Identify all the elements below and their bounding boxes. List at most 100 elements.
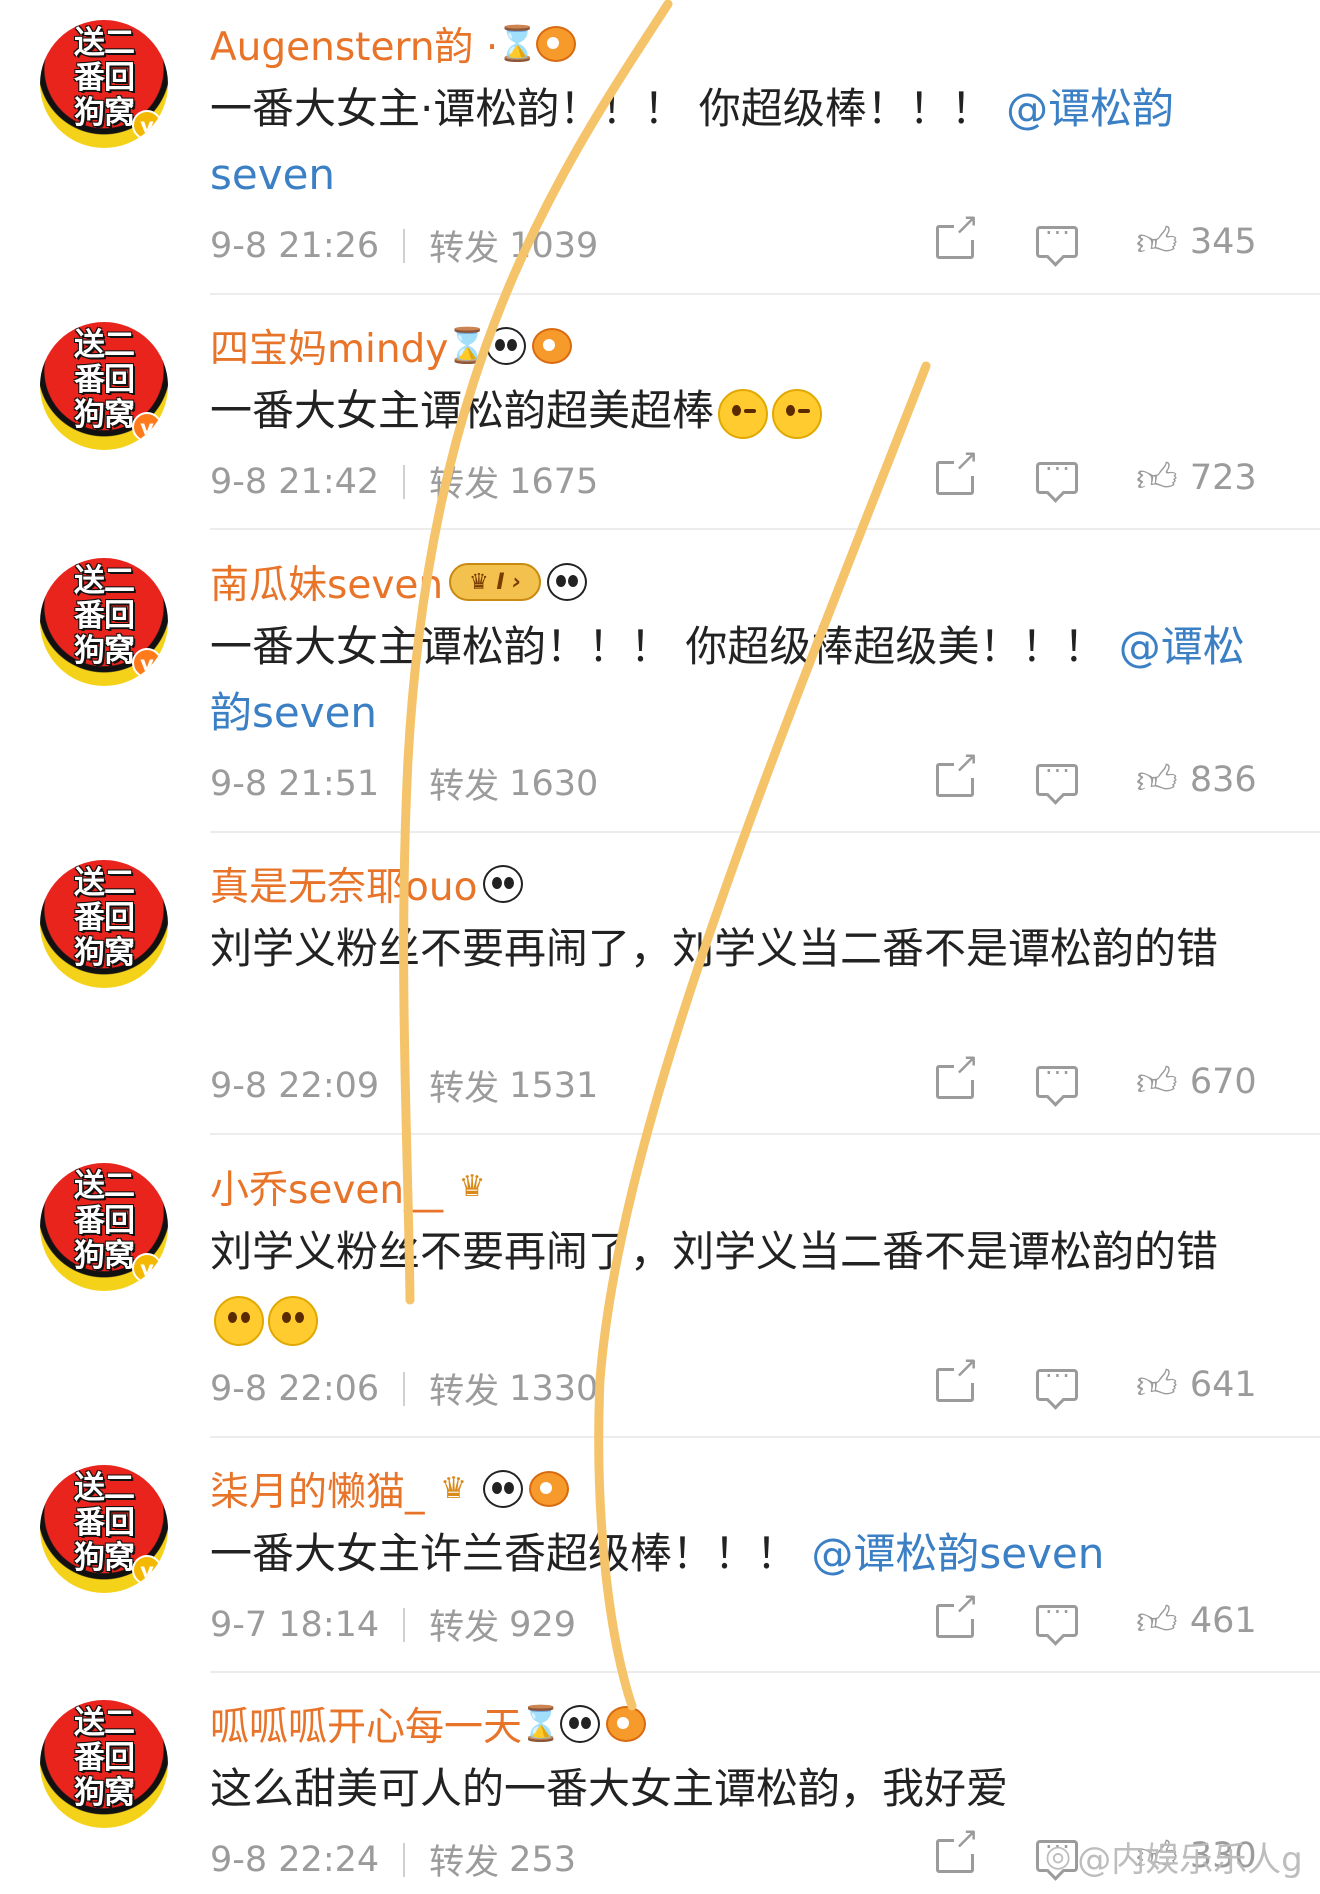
share-icon[interactable] xyxy=(936,1824,979,1873)
repost-label[interactable]: 转发 xyxy=(429,1834,499,1885)
repost-label[interactable]: 转发 xyxy=(429,1060,499,1111)
comment-username[interactable]: 南瓜妹seven ♛ I › xyxy=(210,554,588,610)
panda-badge-icon xyxy=(547,563,588,601)
like-icon[interactable]: 👍︎ xyxy=(1136,760,1178,800)
comment-divider xyxy=(210,1671,1320,1673)
hourglass-badge-icon: ⌛ xyxy=(446,326,489,366)
comment-icon[interactable] xyxy=(1036,219,1078,258)
like-icon[interactable]: 👍︎ xyxy=(1136,458,1178,498)
avatar[interactable]: 送二 番回 狗窝 v xyxy=(40,1465,168,1593)
like-icon[interactable]: 👍︎ xyxy=(1136,1601,1178,1641)
like-icon[interactable]: 👍︎ xyxy=(1136,222,1178,262)
meta-divider xyxy=(403,1842,406,1877)
weibo-icon: ◎ xyxy=(1045,1839,1072,1874)
share-icon[interactable] xyxy=(936,748,979,797)
kiss-emoji-icon xyxy=(772,388,823,439)
avatar[interactable]: 送二 番回 狗窝 v xyxy=(40,558,168,686)
like-count: 723 xyxy=(1189,458,1257,498)
panda-badge-icon xyxy=(483,865,524,903)
comment-body: 刘学义粉丝不要再闹了，刘学义当二番不是谭松韵的错 xyxy=(210,916,1270,982)
panda-badge-icon xyxy=(486,327,527,365)
username-text: 小乔seven__ xyxy=(210,1168,444,1213)
watermark-text: @内娱乐乐人g xyxy=(1077,1840,1303,1880)
comment-body: 这么甜美可人的一番大女主谭松韵，我好爱 xyxy=(210,1756,1270,1822)
kiss-emoji-icon xyxy=(718,388,769,439)
share-icon[interactable] xyxy=(936,1589,979,1638)
comment-divider xyxy=(210,293,1320,295)
like-icon[interactable]: 👍︎ xyxy=(1136,1062,1178,1102)
comment-icon[interactable] xyxy=(1036,1598,1078,1637)
avatar[interactable]: 送二 番回 狗窝 v xyxy=(40,1163,168,1291)
meta-divider xyxy=(403,228,406,263)
crown-badge-icon: ♛ I › xyxy=(449,563,542,601)
comment-icon[interactable] xyxy=(1036,455,1078,494)
treasure-badge-icon: ♛ xyxy=(458,1169,486,1204)
meta-divider xyxy=(403,1371,406,1406)
repost-label[interactable]: 转发 xyxy=(429,456,499,507)
treasure-badge-icon: ♛ xyxy=(440,1471,467,1506)
verified-badge-icon: v xyxy=(132,110,162,140)
comment-username[interactable]: 真是无奈耶ouo xyxy=(210,856,524,912)
verified-badge-icon: v xyxy=(132,1555,162,1585)
comment-icon[interactable] xyxy=(1036,1059,1078,1098)
comment-time: 9-8 22:09 xyxy=(210,1065,380,1106)
comment-body: 一番大女主许兰香超级棒！！！ @谭松韵seven xyxy=(210,1521,1270,1587)
repost-count: 1630 xyxy=(509,763,599,804)
comment-username[interactable]: 柒月的懒猫_ ♛ xyxy=(210,1461,569,1517)
comment-body: 一番大女主谭松韵超美超棒 xyxy=(210,378,1270,444)
fish-badge-icon xyxy=(606,1706,647,1742)
share-icon[interactable] xyxy=(936,1050,979,1099)
comment-body: 刘学义粉丝不要再闹了，刘学义当二番不是谭松韵的错 xyxy=(210,1219,1270,1351)
like-count: 836 xyxy=(1189,760,1257,800)
share-icon[interactable] xyxy=(936,446,979,495)
username-text: 真是无奈耶ouo xyxy=(210,865,478,910)
comment-meta: 9-8 22:06 转发 1330 xyxy=(210,1363,598,1414)
comment-divider xyxy=(210,831,1320,833)
mention-link[interactable]: @谭松韵seven xyxy=(811,1529,1104,1578)
comment-icon[interactable] xyxy=(1036,1362,1078,1401)
like-icon[interactable]: 👍︎ xyxy=(1136,1365,1178,1405)
fish-badge-icon xyxy=(536,26,577,62)
comment-text: 一番大女主许兰香超级棒！！！ xyxy=(210,1529,812,1578)
comment-meta: 9-8 22:24 转发 253 xyxy=(210,1834,576,1885)
comment-time: 9-8 21:51 xyxy=(210,763,380,804)
repost-label[interactable]: 转发 xyxy=(429,220,499,271)
comment-divider xyxy=(210,1133,1320,1135)
comment-username[interactable]: 呱呱呱开心每一天 ⌛ xyxy=(210,1696,647,1752)
comment-feed: 送二 番回 狗窝 v Augenstern韵 · ⌛ 一番大女主·谭松韵！！！ 你超级棒… xyxy=(0,0,1320,1894)
comment-icon[interactable] xyxy=(1036,757,1078,796)
share-icon[interactable] xyxy=(936,1353,979,1402)
repost-label[interactable]: 转发 xyxy=(429,758,499,809)
verified-badge-icon: v xyxy=(132,648,162,678)
comment-username[interactable]: Augenstern韵 · ⌛ xyxy=(210,16,577,72)
comment-item: 送二 番回 狗窝 真是无奈耶ouo 刘学义粉丝不要再闹了，刘学义当二番不是谭松韵的错… xyxy=(0,850,1320,1135)
repost-label[interactable]: 转发 xyxy=(429,1599,499,1650)
comment-username[interactable]: 小乔seven__ ♛ xyxy=(210,1159,495,1215)
repost-count: 253 xyxy=(509,1839,576,1880)
comment-text: 一番大女主谭松韵超美超棒 xyxy=(210,386,715,435)
comment-item: 送二 番回 狗窝 v 柒月的懒猫_ ♛ 一番大女主许兰香超级棒！！！ @谭松韵seven… xyxy=(0,1455,1320,1673)
repost-count: 1531 xyxy=(509,1065,599,1106)
comment-item: 送二 番回 狗窝 v 小乔seven__ ♛ 刘学义粉丝不要再闹了，刘学义当二番不是谭松… xyxy=(0,1153,1320,1438)
comment-actions: 👍︎ 461 xyxy=(936,1589,1257,1641)
comment-meta: 9-7 18:14 转发 929 xyxy=(210,1599,576,1650)
fish-badge-icon xyxy=(528,1471,569,1507)
avatar[interactable]: 送二 番回 狗窝 xyxy=(40,1700,168,1828)
meta-divider xyxy=(403,1068,406,1103)
repost-count: 929 xyxy=(509,1604,576,1645)
avatar[interactable]: 送二 番回 狗窝 v xyxy=(40,20,168,148)
comment-actions: 👍︎ 641 xyxy=(936,1353,1257,1405)
comment-meta: 9-8 21:26 转发 1039 xyxy=(210,220,598,271)
comment-actions: 👍︎ 345 xyxy=(936,210,1257,262)
comment-username[interactable]: 四宝妈mindy ⌛ xyxy=(210,318,573,374)
comment-text: 一番大女主谭松韵！！！ 你超级棒超级美！！！ xyxy=(210,622,1119,671)
comment-item: 送二 番回 狗窝 v 四宝妈mindy ⌛ 一番大女主谭松韵超美超棒 9-8 21:42 转… xyxy=(0,312,1320,530)
avatar[interactable]: 送二 番回 狗窝 xyxy=(40,860,168,988)
repost-label[interactable]: 转发 xyxy=(429,1363,499,1414)
comment-meta: 9-8 21:51 转发 1630 xyxy=(210,758,598,809)
meta-divider xyxy=(403,766,406,801)
comment-actions: 👍︎ 836 xyxy=(936,748,1257,800)
share-icon[interactable] xyxy=(936,210,979,259)
avatar[interactable]: 送二 番回 狗窝 v xyxy=(40,322,168,450)
like-count: 461 xyxy=(1189,1601,1257,1641)
